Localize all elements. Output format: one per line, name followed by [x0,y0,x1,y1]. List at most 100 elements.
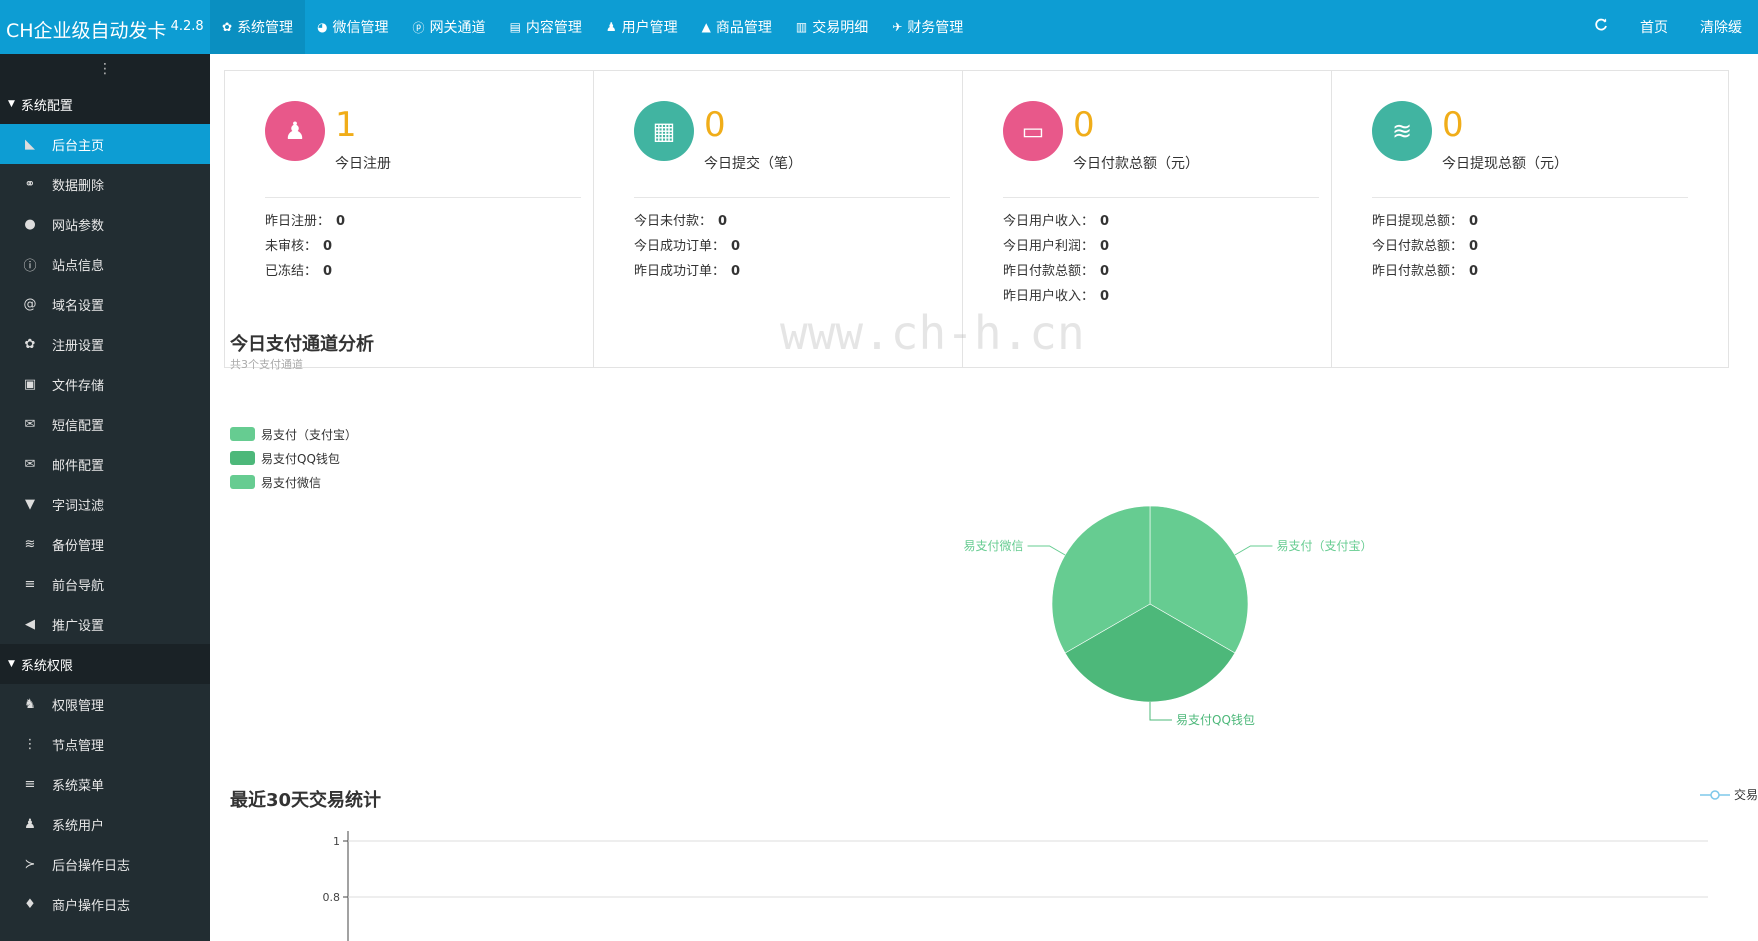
pie-legend-item[interactable]: 易支付QQ钱包 [230,446,357,470]
stat-val: 0 [1100,289,1110,304]
line-legend[interactable]: 交易 [1699,786,1758,803]
stat-label: 今日付款总额（元） [1073,156,1199,172]
pie-legend-item[interactable]: 易支付微信 [230,470,357,494]
main-content: ♟ 1 今日注册 昨日注册： 0 未审核： 0 已冻结： 0 ▦ 0 今日提交（笔） 今日未付款： 0 今日… [210,54,1758,941]
calendar-icon: ▦ [634,101,694,161]
topnav-item-3[interactable]: ▤ 内容管理 [498,0,594,54]
refresh-icon[interactable] [1578,18,1624,36]
sidebar-item-label: 字词过滤 [52,498,105,514]
sidebar-item-label: 域名设置 [52,298,105,314]
divider [265,197,581,198]
topnav-item-4[interactable]: ♟ 用户管理 [594,0,690,54]
topnav-item-6[interactable]: ▥ 交易明细 [784,0,880,54]
sidebar-item-label: 短信配置 [52,418,105,434]
pie-label-line [1234,545,1273,556]
users-icon: ♟ [605,20,617,34]
sidebar-item-0-1[interactable]: ⚭ 数据删除 [0,164,210,204]
stat-row: 今日未付款： 0 [634,209,740,234]
topnav-item-1[interactable]: ◕ 微信管理 [305,0,400,54]
sidebar-item-label: 后台主页 [52,138,105,154]
divider [1003,197,1319,198]
apple-icon: ● [24,216,36,232]
pie-section-title: 今日支付通道分析 [230,334,374,355]
link-icon: ⚭ [24,176,36,192]
pie-legend-item[interactable]: 易支付（支付宝） [230,422,357,446]
topnav-item-7[interactable]: ✈ 财务管理 [880,0,975,54]
sidebar-item-label: 备份管理 [52,538,105,554]
stat-row: 今日付款总额： 0 [1372,234,1478,259]
sidebar-item-0-8[interactable]: ✉ 邮件配置 [0,444,210,484]
terminal-icon: ≻ [24,856,36,872]
sidebar-item-0-9[interactable]: ▼ 字词过滤 [0,484,210,524]
line-chart: 10.8 [323,831,1708,941]
clear-cache-link[interactable]: 清除缓 [1684,17,1758,37]
stat-val: 0 [323,239,333,254]
paypal-icon: ⓟ [412,20,425,35]
legend-swatch [230,451,255,465]
gear-icon: ✿ [222,20,233,34]
envelope-icon: ✉ [24,416,36,432]
app-logo[interactable]: CH企业级自动发卡 4.2.8 [6,16,204,43]
bullhorn-icon: ◀ [25,616,35,632]
sidebar-item-1-2[interactable]: ≡ 系统菜单 [0,764,210,804]
sidebar-item-0-4[interactable]: @ 域名设置 [0,284,210,324]
menu-icon: ≡ [24,776,36,792]
sidebar-item-label: 后台操作日志 [52,858,131,874]
sidebar-item-0-11[interactable]: ≡ 前台导航 [0,564,210,604]
stat-val: 0 [1469,239,1479,254]
stat-key: 今日用户利润： [1003,239,1095,254]
pie-label-line [1027,545,1066,556]
sidebar-item-0-12[interactable]: ◀ 推广设置 [0,604,210,644]
stat-key: 今日付款总额： [1372,239,1464,254]
line-legend-label: 交易 [1733,788,1758,802]
sidebar-item-0-5[interactable]: ✿ 注册设置 [0,324,210,364]
sidebar-item-1-4[interactable]: ≻ 后台操作日志 [0,844,210,884]
pie-label-line [1149,702,1172,721]
stat-key: 昨日提现总额： [1372,214,1464,229]
at-icon: @ [23,296,37,312]
stat-key: 已冻结： [265,264,318,279]
stat-card-0: ♟ 1 今日注册 昨日注册： 0 未审核： 0 已冻结： 0 [224,70,622,368]
stat-val: 0 [1100,239,1110,254]
sidebar-item-1-0[interactable]: ♞ 权限管理 [0,684,210,724]
topnav-item-label: 微信管理 [332,20,389,36]
sidebar-item-0-2[interactable]: ● 网站参数 [0,204,210,244]
stat-value: 0 [1442,105,1464,145]
sidebar-item-0-7[interactable]: ✉ 短信配置 [0,404,210,444]
stat-row: 今日用户利润： 0 [1003,234,1109,259]
sidebar-group-1[interactable]: ▼ 系统权限 [0,644,210,684]
save-icon: ▣ [23,376,37,392]
stat-list: 今日未付款： 0 今日成功订单： 0 昨日成功订单： 0 [634,209,740,284]
stat-row: 昨日付款总额： 0 [1003,259,1109,284]
sidebar-item-label: 数据删除 [52,178,105,194]
sidebar-group-label: 系统权限 [20,658,73,674]
topnav-item-label: 系统管理 [237,20,294,36]
filter-icon: ▼ [25,496,35,512]
divider [1372,197,1688,198]
sidebar-item-1-1[interactable]: ⋮ 节点管理 [0,724,210,764]
topnav-item-2[interactable]: ⓟ 网关通道 [401,0,498,54]
sidebar-item-0-3[interactable]: ⓘ 站点信息 [0,244,210,284]
caret-down-icon: ▼ [8,659,15,669]
sidebar-group-0[interactable]: ▼ 系统配置 [0,84,210,124]
topnav-item-5[interactable]: ▲ 商品管理 [690,0,784,54]
users-icon: ♟ [265,101,325,161]
sidebar-toggle[interactable]: ⋮ [0,54,210,84]
menu-icon: ≡ [24,576,36,592]
sidebar-item-0-0[interactable]: ◣ 后台主页 [0,124,210,164]
sidebar-item-1-5[interactable]: ♦ 商户操作日志 [0,884,210,924]
sidebar-item-label: 节点管理 [52,738,105,754]
stat-val: 0 [1100,264,1110,279]
stat-key: 昨日成功订单： [634,264,726,279]
sidebar-item-1-3[interactable]: ♟ 系统用户 [0,804,210,844]
legend-swatch [230,427,255,441]
stat-value: 1 [335,105,357,145]
sidebar-item-0-10[interactable]: ≋ 备份管理 [0,524,210,564]
home-link[interactable]: 首页 [1624,17,1684,37]
sidebar-item-0-6[interactable]: ▣ 文件存储 [0,364,210,404]
stat-val: 0 [323,264,333,279]
stat-list: 今日用户收入： 0 今日用户利润： 0 昨日付款总额： 0 昨日用户收入： 0 [1003,209,1109,309]
stat-row: 已冻结： 0 [265,259,345,284]
topnav-item-0[interactable]: ✿ 系统管理 [210,0,306,54]
sidebar-item-label: 邮件配置 [52,458,105,474]
